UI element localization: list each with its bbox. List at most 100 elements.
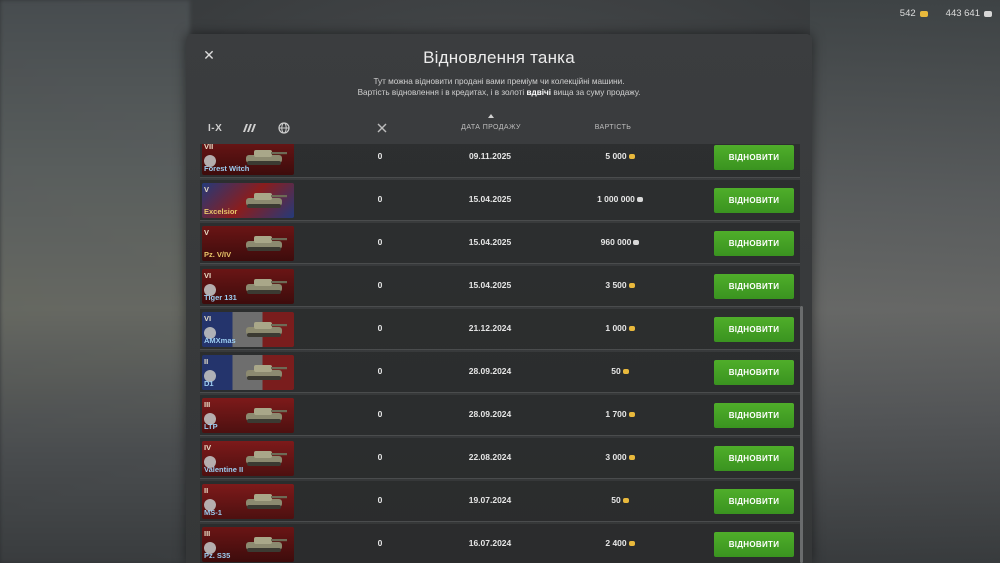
gold-balance: 542 [900, 8, 928, 19]
tank-name: LTP [204, 422, 218, 431]
scrollbar[interactable] [800, 306, 803, 563]
tank-icon [246, 365, 287, 380]
tank-tier: V [204, 185, 210, 194]
price-value: 960 000 [600, 237, 632, 247]
dialog-description: Тут можна відновити продані вами преміум… [186, 76, 812, 98]
tank-name: Pz. V/IV [204, 250, 232, 259]
tank-name: Tiger 131 [204, 293, 237, 302]
battles-count: 0 [377, 237, 383, 247]
restore-button[interactable]: ВІДНОВИТИ [714, 403, 794, 428]
table-row: IV Valentine II 0 22.08.2024 3 000 ВІДНО… [200, 438, 800, 479]
tank-card: II MS-1 [202, 484, 294, 519]
tank-tier: III [204, 400, 211, 409]
restore-button[interactable]: ВІДНОВИТИ [714, 532, 794, 557]
price-value: 1 000 [605, 323, 627, 333]
tank-tier: VI [204, 314, 212, 323]
tank-icon [246, 537, 287, 552]
gold-coin-icon [628, 412, 635, 418]
sale-date: 22.08.2024 [468, 452, 512, 462]
description-line-2: Вартість відновлення і в кредитах, і в з… [357, 88, 641, 97]
tank-tier: VI [204, 271, 212, 280]
table-row: II MS-1 0 19.07.2024 50 ВІДНОВИТИ [200, 481, 800, 522]
tank-name: Excelsior [204, 207, 238, 216]
restore-button[interactable]: ВІДНОВИТИ [714, 274, 794, 299]
restore-button[interactable]: ВІДНОВИТИ [714, 231, 794, 256]
tank-card: IV Valentine II [202, 441, 294, 476]
silver-balance: 443 641 [946, 8, 992, 19]
column-price[interactable]: ВАРТІСТЬ [570, 124, 656, 131]
tank-card: V Excelsior [202, 183, 294, 218]
restore-button[interactable]: ВІДНОВИТИ [714, 145, 794, 170]
tank-tier: VII [204, 144, 214, 151]
restore-price: 1 700 [570, 409, 670, 419]
vehicle-type-icon[interactable] [242, 122, 258, 134]
battles-count: 0 [377, 323, 383, 333]
gold-amount: 542 [899, 8, 916, 19]
price-value: 3 000 [605, 452, 627, 462]
tank-name: D1 [204, 379, 214, 388]
description-line-1: Тут можна відновити продані вами преміум… [373, 77, 625, 86]
table-row: VII Forest Witch 0 09.11.2025 5 000 ВІДН… [200, 144, 800, 178]
tank-icon [246, 408, 287, 423]
sale-date: 15.04.2025 [468, 280, 512, 290]
price-value: 50 [611, 366, 621, 376]
price-value: 1 700 [605, 409, 627, 419]
table-row: III LTP 0 28.09.2024 1 700 ВІДНОВИТИ [200, 395, 800, 436]
tank-tier: IV [204, 443, 212, 452]
restore-button[interactable]: ВІДНОВИТИ [714, 317, 794, 342]
background-left [0, 0, 190, 563]
gold-coin-icon [628, 283, 635, 289]
restore-button[interactable]: ВІДНОВИТИ [714, 446, 794, 471]
battles-count: 0 [377, 495, 383, 505]
background-right [810, 0, 1000, 563]
price-value: 2 400 [605, 538, 627, 548]
price-value: 1 000 000 [597, 194, 635, 204]
table-row: III Pz. S35 0 16.07.2024 2 400 ВІДНОВИТИ [200, 524, 800, 563]
tank-tier: II [204, 357, 209, 366]
tank-card: VI AMXmas [202, 312, 294, 347]
tank-card: VI Tiger 131 [202, 269, 294, 304]
description-emphasis: вдвічі [526, 88, 552, 97]
restore-price: 960 000 [570, 237, 670, 247]
price-value: 3 500 [605, 280, 627, 290]
restore-button[interactable]: ВІДНОВИТИ [714, 188, 794, 213]
price-value: 5 000 [605, 151, 627, 161]
sale-date: 15.04.2025 [468, 194, 512, 204]
tank-name: MS-1 [204, 508, 222, 517]
sale-date: 21.12.2024 [468, 323, 512, 333]
tank-icon [246, 279, 287, 294]
column-sale-date[interactable]: ДАТА ПРОДАЖУ [448, 124, 534, 131]
sale-date: 28.09.2024 [468, 366, 512, 376]
battles-count: 0 [377, 151, 383, 161]
tank-card: III LTP [202, 398, 294, 433]
restore-price: 50 [570, 495, 670, 505]
globe-icon[interactable] [278, 122, 290, 134]
silver-coin-icon [633, 240, 640, 246]
tank-name: Valentine II [204, 465, 244, 474]
gold-coin-icon [628, 541, 635, 547]
tank-tier: V [204, 228, 210, 237]
table-row: VI AMXmas 0 21.12.2024 1 000 ВІДНОВИТИ [200, 309, 800, 350]
table-row: V Pz. V/IV 0 15.04.2025 960 000 ВІДНОВИТ… [200, 223, 800, 264]
gold-coin-icon [628, 455, 635, 461]
tank-icon [246, 193, 287, 208]
sale-date: 09.11.2025 [468, 151, 512, 161]
gold-coin-icon [628, 154, 635, 160]
battles-count: 0 [377, 194, 383, 204]
tier-filter-button[interactable]: I-X [208, 123, 222, 134]
tank-list: VII Forest Witch 0 09.11.2025 5 000 ВІДН… [200, 144, 804, 563]
tank-card: III Pz. S35 [202, 527, 294, 562]
tank-name: AMXmas [204, 336, 236, 345]
gold-coin-icon [919, 10, 928, 17]
restore-price: 3 500 [570, 280, 670, 290]
tank-icon [246, 322, 287, 337]
restore-button[interactable]: ВІДНОВИТИ [714, 360, 794, 385]
tank-card: V Pz. V/IV [202, 226, 294, 261]
crossed-swords-icon[interactable] [376, 122, 388, 134]
restore-button[interactable]: ВІДНОВИТИ [714, 489, 794, 514]
sale-date: 15.04.2025 [468, 237, 512, 247]
tank-tier: II [204, 486, 209, 495]
restore-price: 2 400 [570, 538, 670, 548]
battles-count: 0 [377, 538, 383, 548]
filter-bar: I-X [208, 122, 290, 134]
